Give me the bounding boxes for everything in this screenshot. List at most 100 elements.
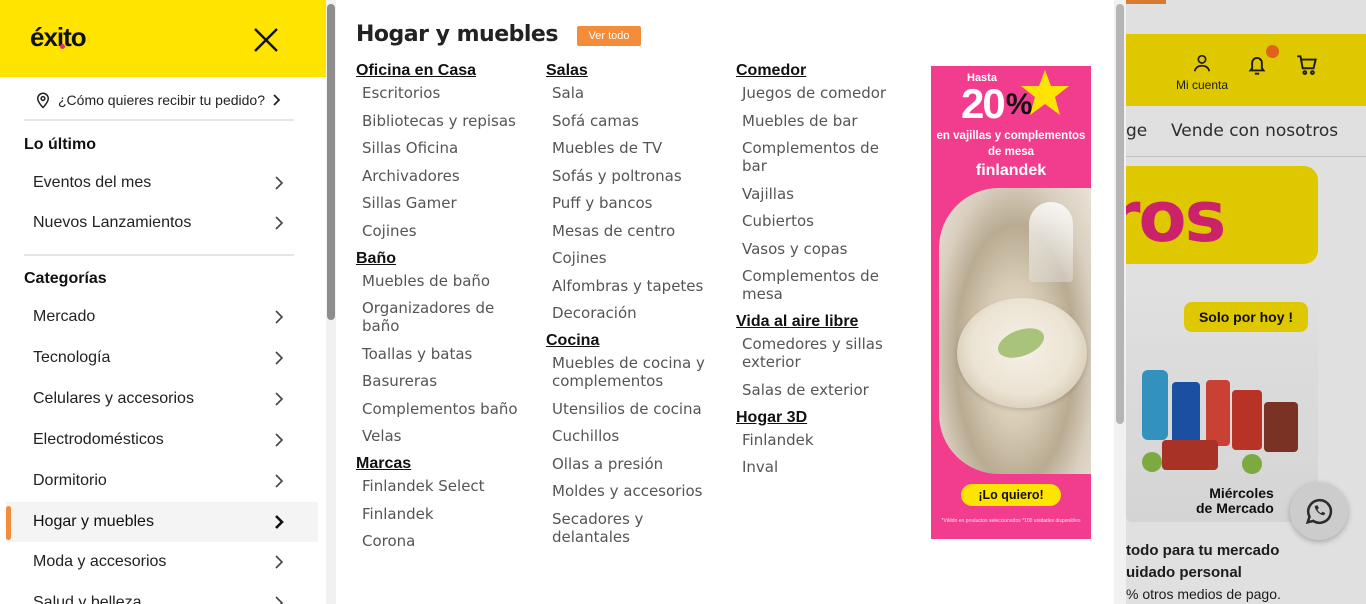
sidebar-category-moda-y-accesorios[interactable]: Moda y accesorios — [6, 542, 318, 582]
close-icon[interactable] — [250, 24, 282, 56]
banner-cta-button[interactable]: ¡Lo quiero! — [961, 484, 1061, 506]
submenu-link[interactable]: Vajillas — [742, 185, 901, 203]
submenu-link[interactable]: Cojines — [552, 249, 721, 267]
divider — [24, 119, 294, 121]
submenu-link[interactable]: Velas — [362, 427, 531, 445]
chevron-right-icon — [275, 433, 284, 447]
sidebar-item-label: Eventos del mes — [33, 174, 152, 191]
submenu-link[interactable]: Utensilios de cocina — [552, 400, 721, 418]
sidebar-item-label: Moda y accesorios — [33, 553, 167, 571]
sidebar-item-label: Dormitorio — [33, 471, 107, 489]
submenu-link[interactable]: Basureras — [362, 372, 531, 390]
see-all-button[interactable]: Ver todo — [577, 26, 641, 46]
banner-legal-text: *Válido en productos seleccionados *100 … — [941, 518, 1081, 524]
chevron-right-icon — [275, 176, 284, 190]
submenu-column: Comedor Juegos de comedor Muebles de bar Co… — [736, 62, 901, 486]
chevron-right-icon — [275, 310, 284, 324]
submenu-link[interactable]: Alfombras y tapetes — [552, 277, 721, 295]
sidebar-item-label: Mercado — [33, 308, 96, 325]
submenu-column: Salas Sala Sofá camas Muebles de TV Sofás y … — [546, 62, 721, 555]
submenu-link[interactable]: Salas de exterior — [742, 381, 901, 399]
sidebar-category-electrodomésticos[interactable]: Electrodomésticos — [6, 420, 318, 460]
logo-accent-dot — [60, 44, 65, 49]
submenu-link[interactable]: Puff y bancos — [552, 194, 721, 212]
sidebar-item-label: Nuevos Lanzamientos — [33, 214, 192, 231]
submenu-link[interactable]: Escritorios — [362, 84, 531, 102]
submenu-group-heading[interactable]: Marcas — [356, 455, 531, 473]
submenu-link[interactable]: Moldes y accesorios — [552, 482, 721, 500]
submenu-link[interactable]: Muebles de baño — [362, 272, 531, 290]
submenu-link[interactable]: Sillas Oficina — [362, 139, 531, 157]
sidebar-item-label: Hogar y muebles — [33, 512, 154, 530]
sidebar-item-nuevos-lanzamientos[interactable]: Nuevos Lanzamientos — [6, 203, 318, 243]
submenu-link[interactable]: Decoración — [552, 304, 721, 322]
submenu-group-heading[interactable]: Hogar 3D — [736, 409, 901, 427]
sidebar-item-eventos-del-mes[interactable]: Eventos del mes — [6, 163, 318, 203]
sidebar-category-hogar-y-muebles[interactable]: Hogar y muebles — [6, 501, 318, 542]
submenu-link[interactable]: Bibliotecas y repisas — [362, 112, 531, 130]
submenu-group-heading[interactable]: Vida al aire libre — [736, 313, 901, 331]
submenu-link[interactable]: Secadores y delantales — [552, 510, 721, 546]
location-pin-icon — [36, 92, 50, 109]
submenu-link[interactable]: Complementos de bar — [742, 139, 901, 175]
submenu-link[interactable]: Sofá camas — [552, 112, 721, 130]
submenu-link[interactable]: Finlandek — [362, 505, 531, 523]
submenu-link[interactable]: Finlandek Select — [362, 477, 531, 495]
chevron-right-icon — [275, 596, 284, 604]
chevron-right-icon — [275, 474, 284, 488]
sidebar-category-celulares-y-accesorios[interactable]: Celulares y accesorios — [6, 379, 318, 419]
delivery-selector[interactable]: ¿Cómo quieres recibir tu pedido? — [34, 88, 296, 112]
section-title-categories: Categorías — [24, 270, 107, 287]
submenu-link[interactable]: Juegos de comedor — [742, 84, 901, 102]
promo-banner-finlandek[interactable]: Hasta 20% en vajillas y complementos de … — [931, 66, 1091, 539]
sidebar-header: éxito — [0, 0, 326, 77]
sidebar-category-tecnología[interactable]: Tecnología — [6, 338, 318, 378]
panel-scrollbar-thumb[interactable] — [1116, 4, 1124, 424]
banner-description: en vajillas y complementos de mesa — [936, 130, 1086, 158]
chevron-right-icon — [275, 392, 284, 406]
submenu-link[interactable]: Muebles de cocina y complementos — [552, 354, 721, 390]
tableware-photo — [939, 188, 1091, 474]
submenu-group-heading[interactable]: Cocina — [546, 332, 721, 350]
submenu-link[interactable]: Complementos baño — [362, 400, 531, 418]
submenu-link[interactable]: Sofás y poltronas — [552, 167, 721, 185]
sidebar-category-salud-y-belleza[interactable]: Salud y belleza — [6, 583, 318, 604]
submenu-link[interactable]: Comedores y sillas exterior — [742, 335, 901, 371]
submenu-link[interactable]: Sillas Gamer — [362, 194, 531, 212]
submenu-link[interactable]: Cuchillos — [552, 427, 721, 445]
sidebar-category-dormitorio[interactable]: Dormitorio — [6, 461, 318, 501]
submenu-group-heading[interactable]: Oficina en Casa — [356, 62, 531, 80]
submenu-link[interactable]: Muebles de TV — [552, 139, 721, 157]
sidebar-scrollbar-thumb[interactable] — [327, 4, 335, 320]
chevron-right-icon — [275, 555, 284, 569]
banner-brand: finlandek — [975, 162, 1047, 179]
submenu-link[interactable]: Vasos y copas — [742, 240, 901, 258]
submenu-link[interactable]: Complementos de mesa — [742, 267, 901, 303]
submenu-link[interactable]: Inval — [742, 458, 901, 476]
submenu-link[interactable]: Cojines — [362, 222, 531, 240]
submenu-link[interactable]: Corona — [362, 532, 531, 550]
chevron-right-icon — [275, 216, 284, 230]
panel-title: Hogar y muebles — [356, 22, 558, 47]
submenu-link[interactable]: Cubiertos — [742, 212, 901, 230]
submenu-link[interactable]: Muebles de bar — [742, 112, 901, 130]
submenu-link[interactable]: Finlandek — [742, 431, 901, 449]
submenu-group-heading[interactable]: Salas — [546, 62, 721, 80]
divider — [24, 254, 294, 256]
delivery-prompt: ¿Cómo quieres recibir tu pedido? — [58, 92, 265, 108]
chevron-right-icon — [273, 94, 281, 106]
banner-discount: 20% — [961, 80, 1032, 127]
submenu-link[interactable]: Mesas de centro — [552, 222, 721, 240]
submenu-column: Oficina en Casa Escritorios Bibliotecas y … — [356, 62, 531, 560]
exito-logo[interactable]: éxito — [30, 22, 87, 53]
submenu-link[interactable]: Sala — [552, 84, 721, 102]
sidebar-category-mercado[interactable]: Mercado — [6, 297, 318, 337]
submenu-group-heading[interactable]: Baño — [356, 250, 531, 268]
submenu-link[interactable]: Ollas a presión — [552, 455, 721, 473]
sidebar-item-label: Electrodomésticos — [33, 430, 164, 448]
submenu-link[interactable]: Organizadores de baño — [362, 299, 531, 335]
submenu-link[interactable]: Toallas y batas — [362, 345, 531, 363]
submenu-link[interactable]: Archivadores — [362, 167, 531, 185]
sidebar-item-label: Celulares y accesorios — [33, 389, 194, 407]
submenu-group-heading[interactable]: Comedor — [736, 62, 901, 80]
